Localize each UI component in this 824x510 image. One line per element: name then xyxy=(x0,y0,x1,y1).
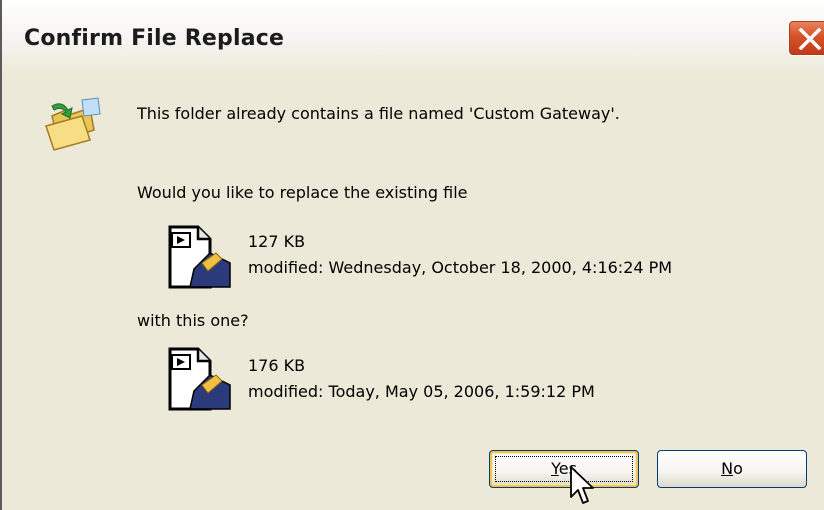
media-file-icon xyxy=(164,345,232,417)
close-icon xyxy=(798,28,822,50)
media-file-icon xyxy=(164,223,232,295)
title-bar: Confirm File Replace xyxy=(0,0,824,77)
yes-button[interactable]: Yes xyxy=(489,450,639,488)
new-file-size: 176 KB xyxy=(248,356,306,375)
existing-file-size: 127 KB xyxy=(248,232,306,251)
message-line-2: Would you like to replace the existing f… xyxy=(137,183,468,202)
yes-label-rest: es xyxy=(558,459,577,478)
existing-file-modified: modified: Wednesday, October 18, 2000, 4… xyxy=(248,258,673,277)
window-border xyxy=(0,0,2,510)
dialog-body xyxy=(0,76,824,510)
close-button[interactable] xyxy=(788,20,824,56)
no-accelerator: N xyxy=(721,459,734,478)
no-label-rest: o xyxy=(733,459,743,478)
confirm-file-replace-dialog: Confirm File Replace This folder already… xyxy=(0,0,824,510)
new-file-modified: modified: Today, May 05, 2006, 1:59:12 P… xyxy=(248,382,595,401)
yes-accelerator: Y xyxy=(551,459,559,478)
with-this-one-label: with this one? xyxy=(137,311,249,330)
dialog-title: Confirm File Replace xyxy=(24,26,285,51)
message-line-1: This folder already contains a file name… xyxy=(137,104,620,123)
no-button[interactable]: No xyxy=(657,450,807,488)
folder-move-icon xyxy=(42,96,104,158)
